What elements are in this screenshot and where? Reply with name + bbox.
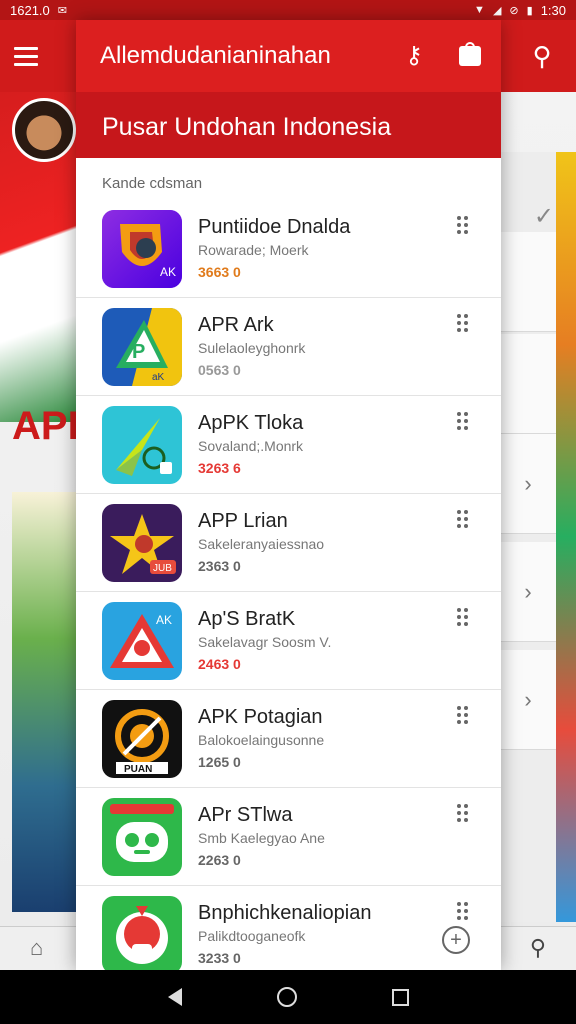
more-options-icon[interactable]: [457, 510, 471, 530]
svg-text:aK: aK: [152, 372, 165, 383]
list-item[interactable]: Bnphichkenaliopian Palikdtooganeofk 3233…: [76, 886, 501, 970]
battery-icon: ▮: [526, 4, 533, 17]
background-row[interactable]: [500, 334, 556, 434]
status-bar: 1621.0 ✉ ▼ ◢ ⊘ ▮ 1:30: [0, 0, 576, 20]
search-icon[interactable]: ⚲: [530, 935, 546, 961]
avatar[interactable]: [12, 98, 76, 162]
app-size: 2463 0: [198, 656, 241, 672]
svg-text:P: P: [132, 341, 145, 363]
app-size: 2263 0: [198, 852, 241, 868]
target-app-icon: PUAN: [102, 700, 182, 778]
signal-icon: ◢: [492, 4, 502, 17]
app-size: 3663 0: [198, 264, 241, 280]
list-item[interactable]: JUB APP Lrian Sakeleranyaiessnao 2363 0: [76, 494, 501, 592]
home-circle-icon[interactable]: [276, 987, 297, 1007]
check-icon[interactable]: ✓: [534, 202, 554, 231]
star-app-icon: JUB: [102, 504, 182, 582]
drawer-title: Allemdudanianinahan: [100, 42, 331, 69]
more-options-icon[interactable]: [457, 314, 471, 334]
app-size: 3233 0: [198, 950, 241, 966]
list-item[interactable]: PUAN APK Potagian Balokoelaingusonne 126…: [76, 690, 501, 788]
more-options-icon[interactable]: [457, 412, 471, 432]
more-options-icon[interactable]: [457, 706, 471, 726]
app-subtitle: Sulelaoleyghonrk: [198, 340, 306, 356]
app-name: Bnphichkenaliopian: [198, 902, 372, 924]
app-subtitle: Rowarade; Moerk: [198, 242, 309, 258]
app-name: ApPK Tloka: [198, 412, 304, 434]
chevron-right-icon: ›: [524, 578, 532, 604]
list-item[interactable]: ApPK Tloka Sovaland;.Monrk 3263 6: [76, 396, 501, 494]
background-right-column: › › ›: [500, 152, 576, 922]
triangle-app-icon: AK: [102, 602, 182, 680]
app-name: Ap'S BratK: [198, 608, 296, 630]
list-item[interactable]: AK Ap'S BratK Sakelavagr Soosm V. 2463 0: [76, 592, 501, 690]
wifi-icon: ▼: [474, 4, 485, 16]
section-label: Kande cdsman: [102, 175, 203, 192]
chevron-right-icon: ›: [524, 686, 532, 712]
key-icon[interactable]: ⚷: [398, 40, 430, 72]
hamburger-menu-icon[interactable]: [14, 40, 50, 72]
more-options-icon[interactable]: [457, 902, 471, 922]
more-options-icon[interactable]: [457, 804, 471, 824]
pk-app-icon: P aK: [102, 308, 182, 386]
app-subtitle: Palikdtooganeofk: [198, 928, 306, 944]
home-icon[interactable]: ⌂: [30, 935, 43, 961]
signal-off-icon: ⊘: [509, 4, 519, 17]
app-size: 2363 0: [198, 558, 241, 574]
background-row[interactable]: ›: [500, 650, 556, 750]
app-size: 1265 0: [198, 754, 241, 770]
app-name: APR Ark: [198, 314, 274, 336]
app-name: APP Lrian: [198, 510, 288, 532]
app-subtitle: Sovaland;.Monrk: [198, 438, 304, 454]
background-row[interactable]: ›: [500, 434, 556, 534]
arrow-app-icon: [102, 406, 182, 484]
svg-text:AK: AK: [160, 265, 176, 279]
app-name: APK Potagian: [198, 706, 323, 728]
subheader-title: Pusar Undohan Indonesia: [102, 113, 392, 141]
more-options-icon[interactable]: [457, 216, 471, 236]
shopping-bag-icon[interactable]: [454, 40, 486, 72]
more-options-icon[interactable]: [457, 608, 471, 628]
mascot-app-icon: [102, 896, 182, 970]
list-item[interactable]: APr STlwa Smb Kaelegyao Ane 2263 0: [76, 788, 501, 886]
search-icon[interactable]: ⚲: [522, 36, 562, 76]
status-clock: 1:30: [540, 2, 566, 18]
app-list: AK Puntiidoe Dnalda Rowarade; Moerk 3663…: [76, 200, 501, 970]
robot-app-icon: [102, 798, 182, 876]
app-subtitle: Sakeleranyaiessnao: [198, 536, 325, 552]
status-time: 1621.0: [10, 2, 50, 18]
status-left: 1621.0 ✉: [10, 3, 67, 18]
app-subtitle: Sakelavagr Soosm V.: [198, 634, 332, 650]
recents-icon[interactable]: [391, 988, 409, 1006]
app-name: Puntiidoe Dnalda: [198, 216, 351, 238]
background-row[interactable]: ›: [500, 542, 556, 642]
svg-text:PUAN: PUAN: [124, 764, 152, 775]
navigation-drawer: Allemdudanianinahan ⚷ Pusar Undohan Indo…: [76, 20, 501, 970]
shield-app-icon: AK: [102, 210, 182, 288]
list-item[interactable]: P aK APR Ark Sulelaoleyghonrk 0563 0: [76, 298, 501, 396]
background-card: [12, 492, 76, 912]
app-size: 0563 0: [198, 362, 241, 378]
svg-text:AK: AK: [156, 613, 172, 627]
list-item[interactable]: AK Puntiidoe Dnalda Rowarade; Moerk 3663…: [76, 200, 501, 298]
svg-text:JUB: JUB: [153, 563, 172, 574]
drawer-header: Allemdudanianinahan ⚷: [76, 20, 501, 92]
status-right: ▼ ◢ ⊘ ▮ 1:30: [474, 3, 566, 18]
app-name: APr STlwa: [198, 804, 293, 826]
drawer-subheader[interactable]: Pusar Undohan Indonesia: [76, 92, 501, 158]
app-size: 3263 6: [198, 460, 241, 476]
background-stripe: [556, 152, 576, 922]
add-circle-icon[interactable]: +: [442, 926, 470, 954]
system-nav-bar: [0, 970, 576, 1024]
notification-icon: ✉: [57, 4, 67, 17]
back-icon[interactable]: [167, 988, 182, 1006]
chevron-right-icon: ›: [524, 470, 532, 496]
app-subtitle: Balokoelaingusonne: [198, 732, 325, 748]
app-subtitle: Smb Kaelegyao Ane: [198, 830, 325, 846]
background-row[interactable]: [500, 232, 556, 332]
